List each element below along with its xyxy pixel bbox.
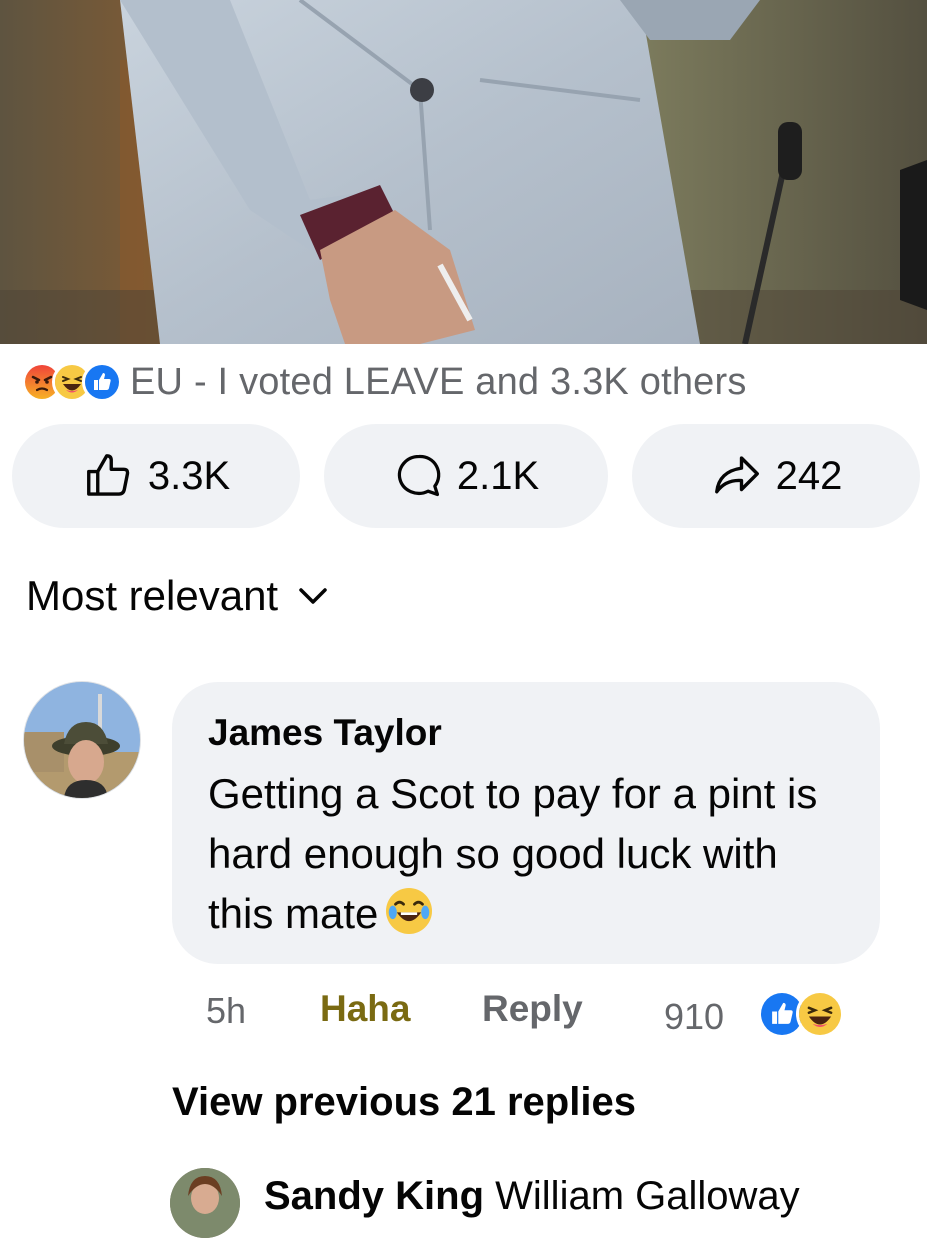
like-count: 3.3K — [147, 453, 231, 498]
comment-reaction-icons[interactable] — [758, 990, 844, 1038]
view-previous-replies-link[interactable]: View previous 21 replies — [172, 1080, 636, 1125]
avatar-image — [170, 1168, 240, 1238]
haha-reaction-button[interactable]: Haha — [320, 988, 410, 1030]
next-comment-author[interactable]: Sandy King — [264, 1174, 484, 1218]
post-photo-image — [0, 0, 927, 344]
share-count: 242 — [775, 453, 843, 498]
comment-icon — [397, 454, 441, 497]
avatar-image — [24, 682, 140, 798]
post-photo[interactable] — [0, 0, 927, 344]
reaction-summary-text: EU - I voted LEAVE and 3.3K others — [130, 360, 747, 403]
comment-button[interactable]: 2.1K — [324, 424, 608, 528]
next-comment-text: William Galloway — [495, 1174, 800, 1218]
comment-text-body: Getting a Scot to pay for a pint is hard… — [208, 770, 818, 937]
next-comment-preview[interactable]: Sandy King William Galloway — [264, 1174, 800, 1219]
like-icon — [82, 362, 122, 402]
comment-meta: 5h Haha Reply 910 — [206, 986, 866, 1040]
haha-emoji-icon — [386, 888, 433, 934]
avatar[interactable] — [170, 1168, 240, 1238]
comment-time[interactable]: 5h — [206, 990, 246, 1032]
thumbs-up-icon — [86, 454, 130, 496]
reply-button[interactable]: Reply — [482, 988, 583, 1030]
comment-count: 2.1K — [456, 453, 540, 498]
share-icon — [714, 456, 759, 494]
comment-sort-dropdown[interactable]: Most relevant — [26, 566, 328, 626]
avatar[interactable] — [24, 682, 140, 798]
share-button[interactable]: 242 — [632, 424, 920, 528]
sort-label: Most relevant — [26, 572, 279, 619]
comment-reaction-count[interactable]: 910 — [664, 996, 724, 1038]
haha-icon — [796, 990, 844, 1038]
like-button[interactable]: 3.3K — [12, 424, 300, 528]
comment-text: Getting a Scot to pay for a pint is hard… — [208, 764, 848, 944]
post-actions: 3.3K 2.1K 242 — [12, 424, 920, 528]
reaction-summary[interactable]: EU - I voted LEAVE and 3.3K others — [22, 356, 747, 408]
chevron-down-icon — [299, 588, 327, 604]
reaction-icons — [22, 362, 122, 402]
comment-bubble[interactable]: James Taylor Getting a Scot to pay for a… — [172, 682, 880, 964]
comment-author[interactable]: James Taylor — [208, 712, 442, 754]
